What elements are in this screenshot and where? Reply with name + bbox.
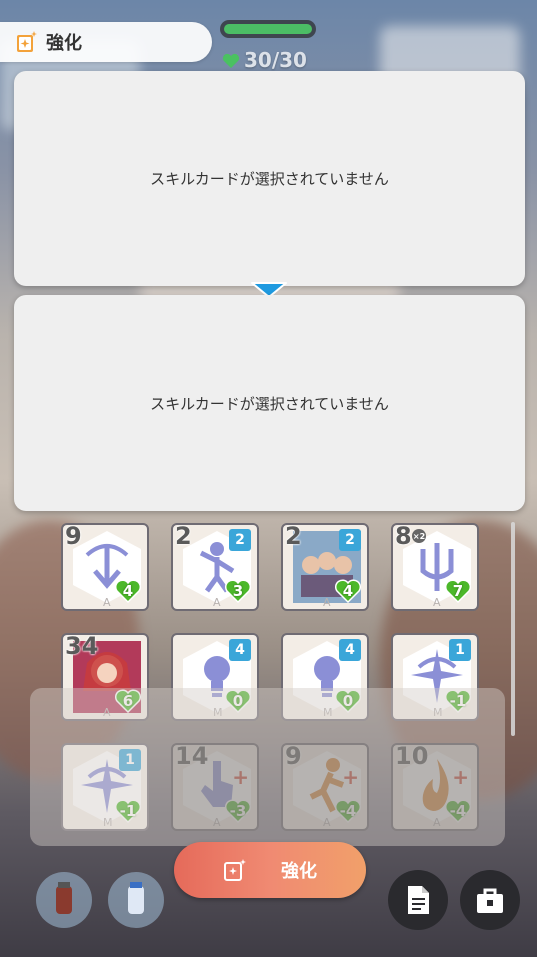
- stamina-fill: [224, 24, 312, 34]
- item-slot-2[interactable]: [108, 872, 164, 928]
- card-cost: 8: [395, 523, 412, 550]
- base-card-empty-message: スキルカードが選択されていません: [150, 170, 389, 188]
- item-slot-1[interactable]: [36, 872, 92, 928]
- card-rarity: A: [213, 596, 221, 609]
- screen-title-bar: 強化: [0, 22, 212, 62]
- card-cost: 9: [65, 523, 82, 550]
- base-card-slot[interactable]: スキルカードが選択されていません: [14, 71, 525, 286]
- heart-icon: 7: [445, 579, 471, 603]
- page-title: 強化: [46, 33, 82, 54]
- bottom-info-panel: [30, 688, 505, 846]
- skill-card[interactable]: 9 4A: [61, 523, 149, 611]
- enhance-button-icon: [224, 859, 246, 881]
- card-grid-scrollbar[interactable]: [511, 522, 515, 736]
- card-level-badge: 4: [339, 639, 361, 661]
- document-icon: [408, 886, 429, 914]
- enhance-button[interactable]: 強化: [174, 842, 366, 898]
- enhance-icon: [16, 31, 38, 53]
- drink-bottle-icon: [56, 882, 72, 914]
- card-level-badge: 2: [229, 529, 251, 551]
- card-heart-value: 7: [452, 582, 464, 600]
- stamina-bar: [220, 20, 316, 38]
- result-card-empty-message: スキルカードが選択されていません: [150, 394, 389, 413]
- skill-card[interactable]: 8 ×2 7 A: [391, 523, 479, 611]
- card-heart-value: 4: [342, 582, 354, 600]
- card-level-badge: 4: [229, 639, 251, 661]
- stamina-readout: 30/30: [222, 48, 307, 72]
- card-multiplier-badge: ×2: [412, 529, 426, 543]
- card-level-badge: 1: [449, 639, 471, 661]
- enhance-button-label: 強化: [281, 861, 317, 882]
- card-list-button[interactable]: [388, 870, 448, 930]
- stamina-value: 30/30: [244, 48, 307, 72]
- skill-card[interactable]: 2 2 3A: [171, 523, 259, 611]
- bag-icon: [477, 888, 503, 913]
- card-heart-value: 4: [122, 582, 134, 600]
- item-bag-button[interactable]: [460, 870, 520, 930]
- water-bottle-icon: [128, 882, 144, 914]
- heart-icon: 4: [115, 579, 141, 603]
- heart-icon: 4: [335, 579, 361, 603]
- card-rarity: A: [433, 596, 441, 609]
- skill-card[interactable]: 2 2 4A: [281, 523, 369, 611]
- card-cost: 2: [285, 523, 302, 550]
- card-rarity: A: [103, 596, 111, 609]
- card-rarity: A: [323, 596, 331, 609]
- heart-icon: 3: [225, 579, 251, 603]
- result-card-slot[interactable]: スキルカードが選択されていません: [14, 295, 525, 511]
- card-cost: 2: [175, 523, 192, 550]
- card-cost: 34: [65, 633, 99, 660]
- card-heart-value: 3: [232, 582, 244, 600]
- stamina-heart-icon: [222, 53, 240, 68]
- card-level-badge: 2: [339, 529, 361, 551]
